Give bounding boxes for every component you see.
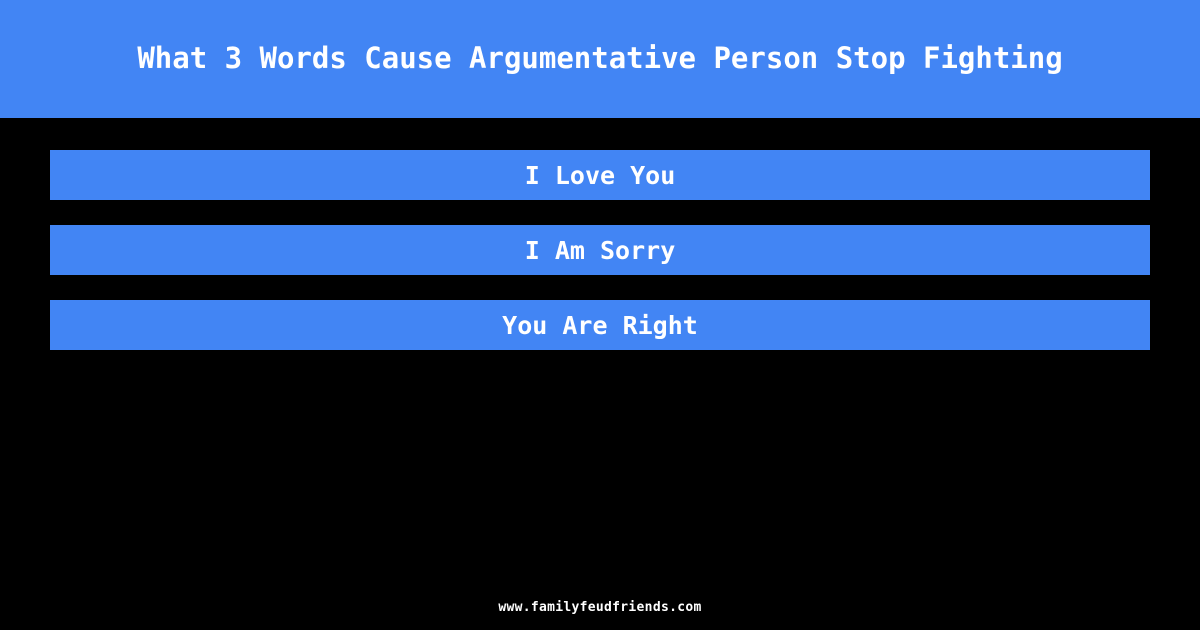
answer-label-1: I Love You	[524, 160, 676, 190]
answer-bar-3[interactable]: You Are Right	[50, 300, 1150, 350]
footer: www.familyfeudfriends.com	[0, 584, 1200, 630]
answer-bar-2[interactable]: I Am Sorry	[50, 225, 1150, 275]
page-title: What 3 Words Cause Argumentative Person …	[137, 41, 1063, 76]
answer-label-3: You Are Right	[502, 310, 698, 340]
site-url-label: www.familyfeudfriends.com	[498, 599, 702, 615]
answer-card: What 3 Words Cause Argumentative Person …	[0, 0, 1200, 630]
header-banner: What 3 Words Cause Argumentative Person …	[0, 0, 1200, 118]
answer-label-2: I Am Sorry	[524, 235, 676, 265]
answer-list: I Love You I Am Sorry You Are Right	[0, 150, 1200, 350]
empty-content-area	[0, 350, 1200, 584]
answer-bar-1[interactable]: I Love You	[50, 150, 1150, 200]
